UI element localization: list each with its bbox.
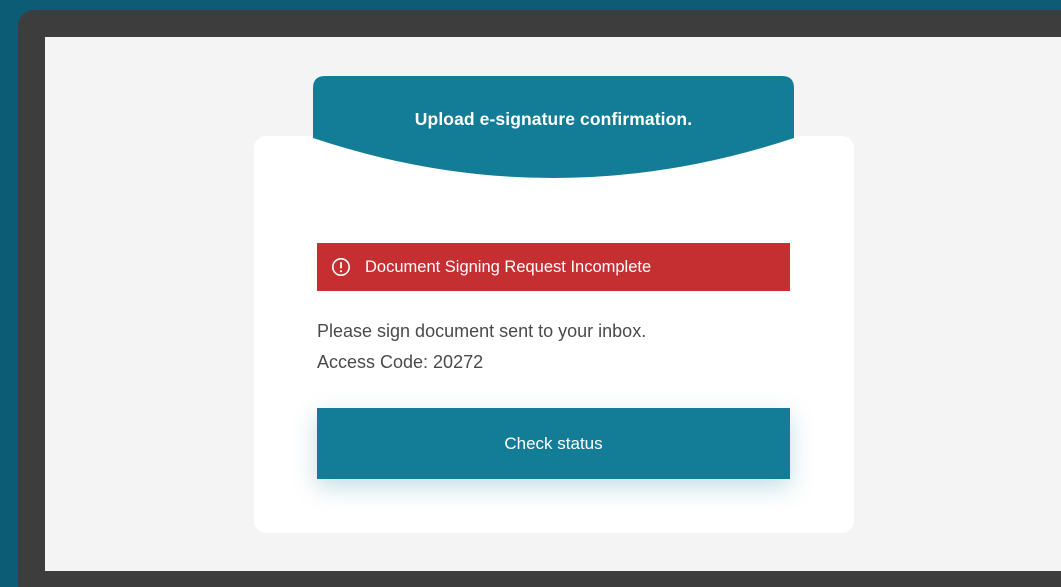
header-title: Upload e-signature confirmation. bbox=[414, 108, 693, 129]
check-status-button[interactable]: Check status bbox=[317, 408, 790, 479]
exclamation-circle-icon bbox=[331, 257, 351, 277]
instructions-text: Please sign document sent to your inbox.… bbox=[317, 316, 797, 378]
instructions-line: Please sign document sent to your inbox. bbox=[317, 321, 647, 341]
access-code-line: Access Code: 20272 bbox=[317, 352, 484, 372]
page-viewport: Upload e-signature confirmation. Documen… bbox=[45, 37, 1061, 571]
error-alert: Document Signing Request Incomplete bbox=[317, 243, 790, 291]
alert-message: Document Signing Request Incomplete bbox=[365, 257, 652, 276]
